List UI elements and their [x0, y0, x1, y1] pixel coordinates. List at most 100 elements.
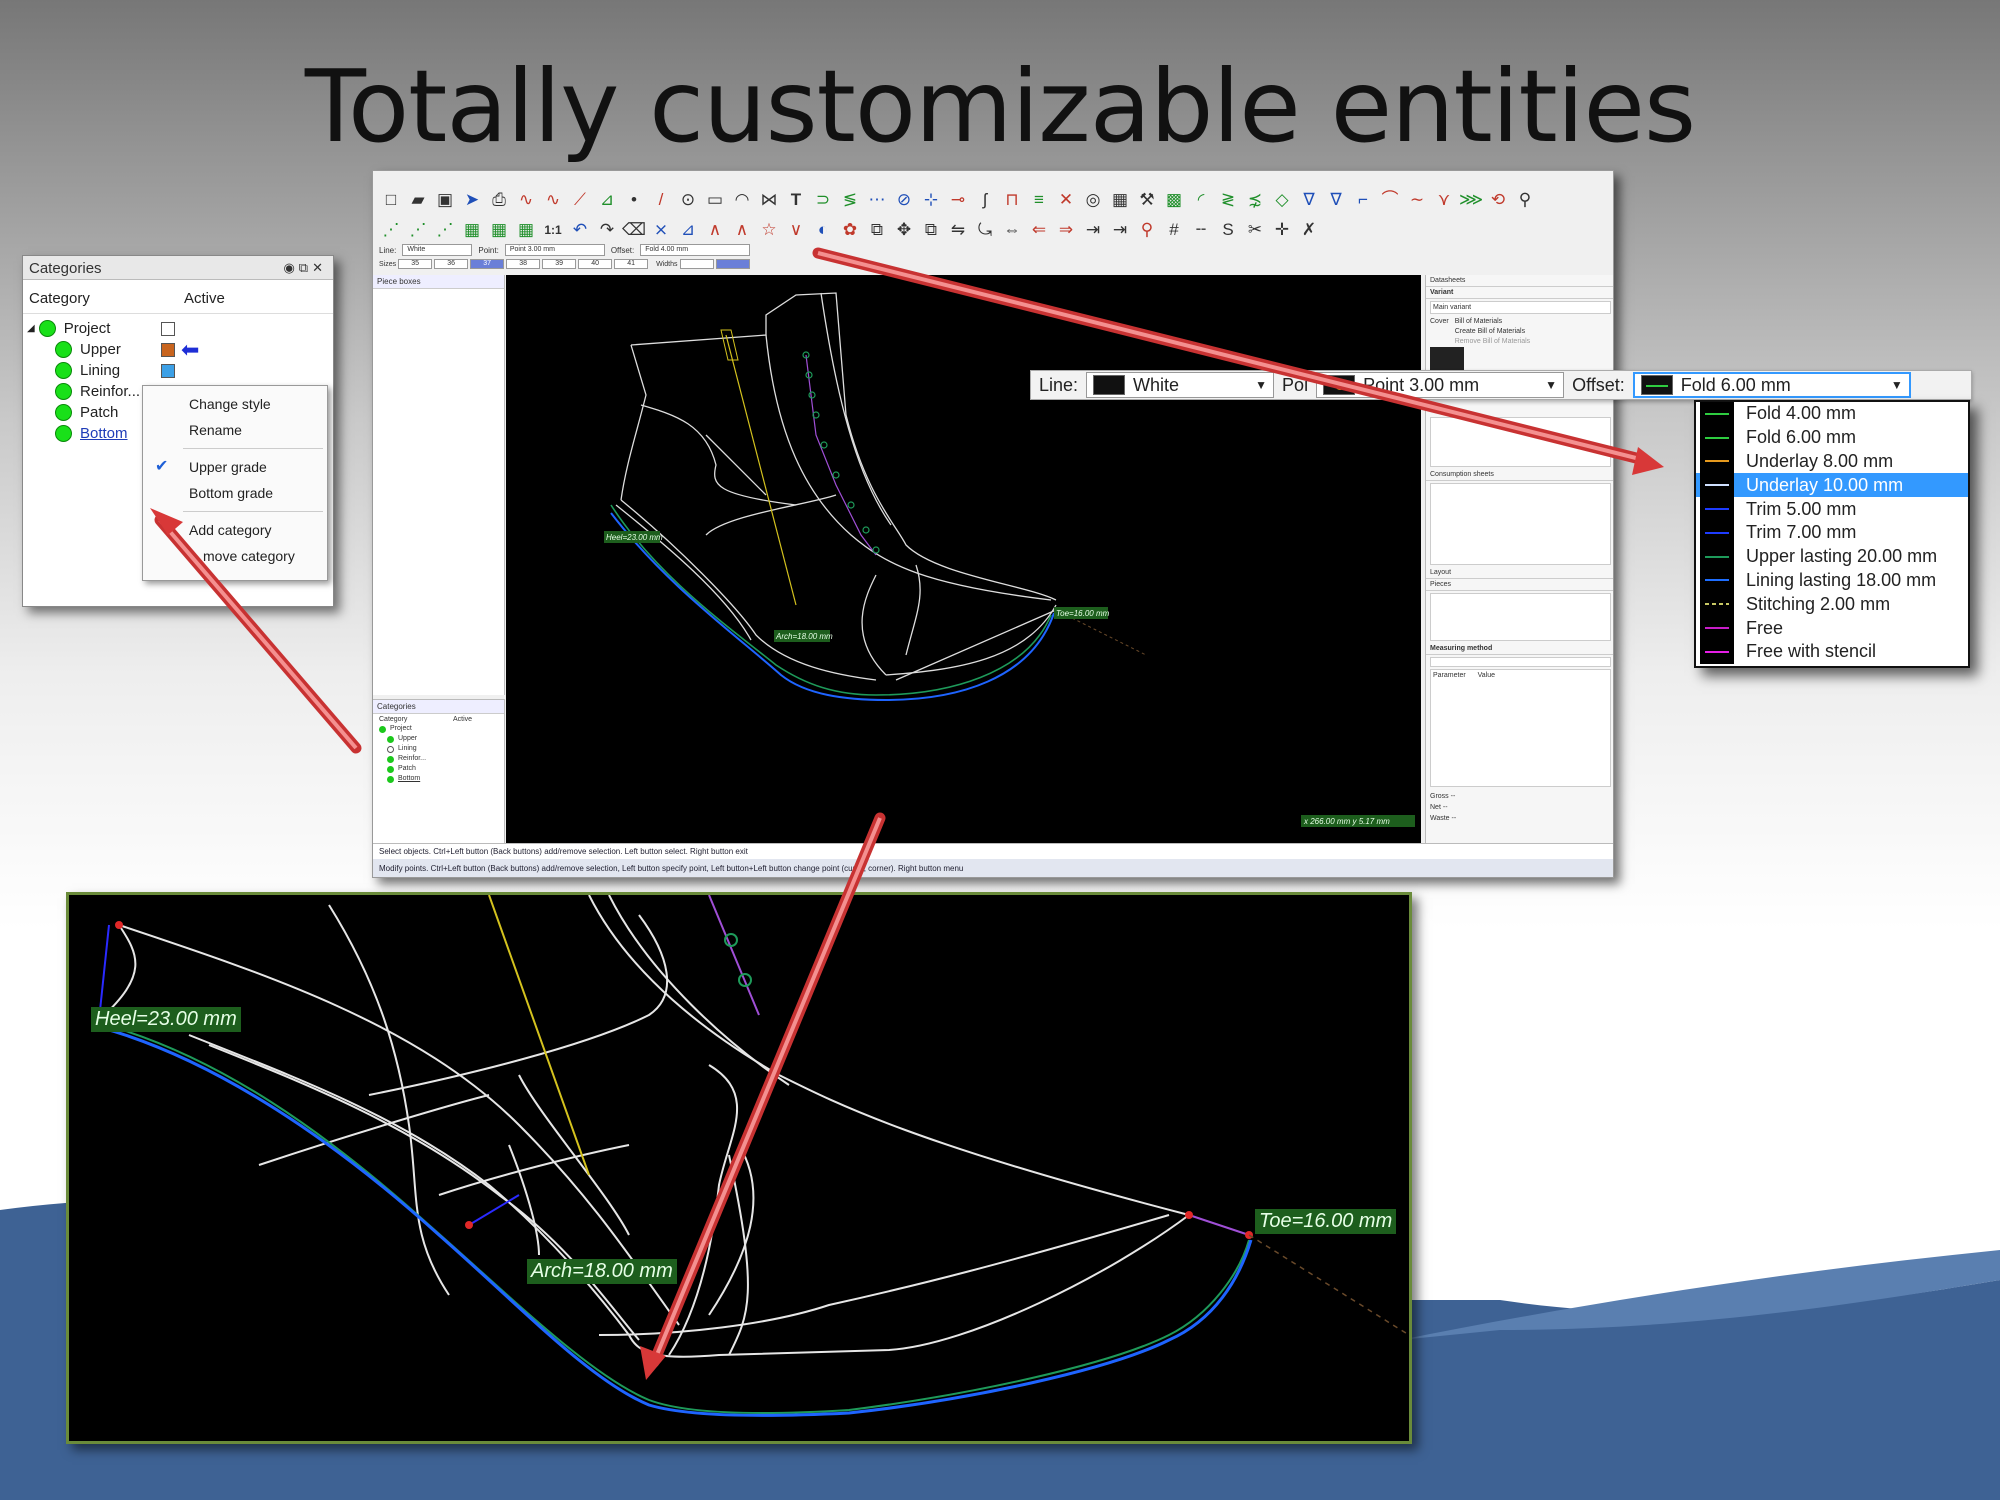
duplicate-icon[interactable]: ⧉ — [919, 218, 943, 242]
join-tool-icon[interactable]: ⊸ — [946, 188, 970, 212]
peak-icon[interactable]: ∧ — [703, 218, 727, 242]
stitch-tool-icon[interactable]: ⋯ — [865, 188, 889, 212]
menu-remove-category[interactable]: move category — [143, 543, 327, 569]
offset-option[interactable]: Trim 5.00 mm — [1696, 497, 1968, 521]
menu-bottom-grade[interactable]: Bottom grade — [143, 480, 327, 506]
offset-option[interactable]: Fold 4.00 mm — [1696, 402, 1968, 426]
import-icon[interactable]: ⇥ — [1081, 218, 1105, 242]
mini-cat-row[interactable]: Reinfor... — [373, 754, 504, 764]
mini-line-combo[interactable]: White — [402, 244, 473, 256]
width-a[interactable] — [679, 259, 714, 269]
flip-icon[interactable]: ⇋ — [946, 218, 970, 242]
eye-icon[interactable]: ◉ — [283, 260, 298, 275]
crosshair-icon[interactable]: ✛ — [1270, 218, 1294, 242]
dropdown-arrow-icon[interactable]: ▼ — [1545, 378, 1557, 392]
text-tool-icon[interactable]: T — [784, 188, 808, 212]
size-40[interactable]: 40 — [578, 259, 613, 269]
offset-option[interactable]: Stitching 2.00 mm — [1696, 592, 1968, 617]
line-combo[interactable]: White ▼ — [1086, 372, 1275, 398]
menu-add-category[interactable]: Add category — [143, 517, 327, 543]
zigzag-icon[interactable]: ≷ — [1216, 188, 1240, 212]
grid-a-icon[interactable]: ▦ — [460, 218, 484, 242]
offset-option[interactable]: Fold 6.00 mm — [1696, 425, 1968, 450]
trim-tool-icon[interactable]: ≶ — [838, 188, 862, 212]
undo-icon[interactable]: ↶ — [568, 218, 592, 242]
corner-icon[interactable]: ⌐ — [1351, 188, 1375, 212]
chain-stitch-icon[interactable]: ⋰ — [406, 218, 430, 242]
size-36[interactable]: 36 — [434, 259, 469, 269]
arc-tool-icon[interactable]: ◠ — [730, 188, 754, 212]
measure-tool-icon[interactable]: ◎ — [1081, 188, 1105, 212]
vee-icon[interactable]: ∇ — [1297, 188, 1321, 212]
size-35[interactable]: 35 — [398, 259, 433, 269]
mini-cat-row[interactable]: Project — [373, 724, 504, 734]
loop-icon[interactable]: ⟲ — [1486, 188, 1510, 212]
size-38[interactable]: 38 — [506, 259, 541, 269]
color-swatch[interactable] — [161, 342, 175, 357]
mini-cat-row[interactable]: Bottom — [373, 774, 504, 784]
category-row-project[interactable]: ◢ Project — [23, 318, 333, 339]
menu-rename[interactable]: Rename — [143, 417, 327, 443]
star-icon[interactable]: ☆ — [757, 218, 781, 242]
offset-option[interactable]: Upper lasting 20.00 mm — [1696, 544, 1968, 569]
wave-icon[interactable]: ∼ — [1405, 188, 1429, 212]
magnify-icon[interactable]: ⚲ — [1513, 188, 1537, 212]
mini-offset-combo[interactable]: Fold 4.00 mm — [640, 244, 751, 256]
hook-tool-icon[interactable]: ʃ — [973, 188, 997, 212]
float-icon[interactable]: ⧉ — [299, 260, 312, 275]
pin-icon[interactable]: ⚲ — [1135, 218, 1159, 242]
dropdown-arrow-icon[interactable]: ▼ — [1891, 378, 1903, 392]
import-alt-icon[interactable]: ⇥ — [1108, 218, 1132, 242]
diamond-icon[interactable]: ◇ — [1270, 188, 1294, 212]
mini-cat-row[interactable]: Lining — [373, 744, 504, 754]
point-combo[interactable]: Point 3.00 mm ▼ — [1316, 372, 1565, 398]
save-icon[interactable]: ▣ — [433, 188, 457, 212]
menu-upper-grade[interactable]: ✔ Upper grade — [143, 454, 327, 480]
notch-tool-icon[interactable]: ⊓ — [1000, 188, 1024, 212]
zigzag-alt-icon[interactable]: ⋙ — [1459, 188, 1483, 212]
offset-option-selected[interactable]: Underlay 10.00 mm — [1696, 473, 1968, 498]
eye-icon[interactable]: ◐ — [811, 218, 835, 242]
open-folder-icon[interactable]: ▰ — [406, 188, 430, 212]
print-icon[interactable]: ⎙ — [487, 188, 511, 212]
grid-b-icon[interactable]: ▦ — [487, 218, 511, 242]
scale-1-1-icon[interactable]: 1:1 — [541, 218, 565, 242]
mirror-tool-icon[interactable]: ⋈ — [757, 188, 781, 212]
redo-icon[interactable]: ↷ — [595, 218, 619, 242]
dash-line-icon[interactable]: ╌ — [1189, 218, 1213, 242]
expand-icon[interactable]: ◢ — [27, 323, 35, 334]
offset-option[interactable]: Lining lasting 18.00 mm — [1696, 568, 1968, 593]
polyline-tool-icon[interactable]: ⟋ — [568, 188, 592, 212]
vee-alt-icon[interactable]: ∇ — [1324, 188, 1348, 212]
line-tool-icon[interactable]: / — [649, 188, 673, 212]
move-icon[interactable]: ✥ — [892, 218, 916, 242]
offset-combo[interactable]: Fold 6.00 mm ▼ — [1632, 372, 1911, 398]
rotate-icon[interactable]: ⤿ — [973, 218, 997, 242]
mini-cat-row[interactable]: Upper — [373, 734, 504, 744]
variant-select[interactable]: Main variant — [1430, 301, 1611, 314]
mini-cat-row[interactable]: Patch — [373, 764, 504, 774]
eraser-icon[interactable]: ⌫ — [622, 218, 646, 242]
mini-point-combo[interactable]: Point 3.00 mm — [504, 244, 605, 256]
offset-option[interactable]: Free with stencil — [1696, 639, 1968, 664]
width-b[interactable] — [715, 259, 750, 269]
active-checkbox[interactable] — [161, 321, 175, 336]
grid-c-icon[interactable]: ▦ — [514, 218, 538, 242]
s-curve-icon[interactable]: S — [1216, 218, 1240, 242]
scissors-icon[interactable]: ✂ — [1243, 218, 1267, 242]
cut-tool-icon[interactable]: ✕ — [1054, 188, 1078, 212]
size-37[interactable]: 37 — [470, 259, 505, 269]
corner-b-icon[interactable]: ⊿ — [676, 218, 700, 242]
curve-tool-icon[interactable]: ∿ — [514, 188, 538, 212]
size-39[interactable]: 39 — [542, 259, 577, 269]
stitch-line-icon[interactable]: ⋰ — [379, 218, 403, 242]
flower-icon[interactable]: ✿ — [838, 218, 862, 242]
hash-icon[interactable]: # — [1162, 218, 1186, 242]
offset-option[interactable]: Underlay 8.00 mm — [1696, 449, 1968, 474]
axis-tool-icon[interactable]: ⊹ — [919, 188, 943, 212]
vee-b-icon[interactable]: ∨ — [784, 218, 808, 242]
offset-tool-icon[interactable]: ⊃ — [811, 188, 835, 212]
table-icon[interactable]: ▦ — [1108, 188, 1132, 212]
menu-change-style[interactable]: Change style — [143, 391, 327, 417]
export-icon[interactable]: ➤ — [460, 188, 484, 212]
